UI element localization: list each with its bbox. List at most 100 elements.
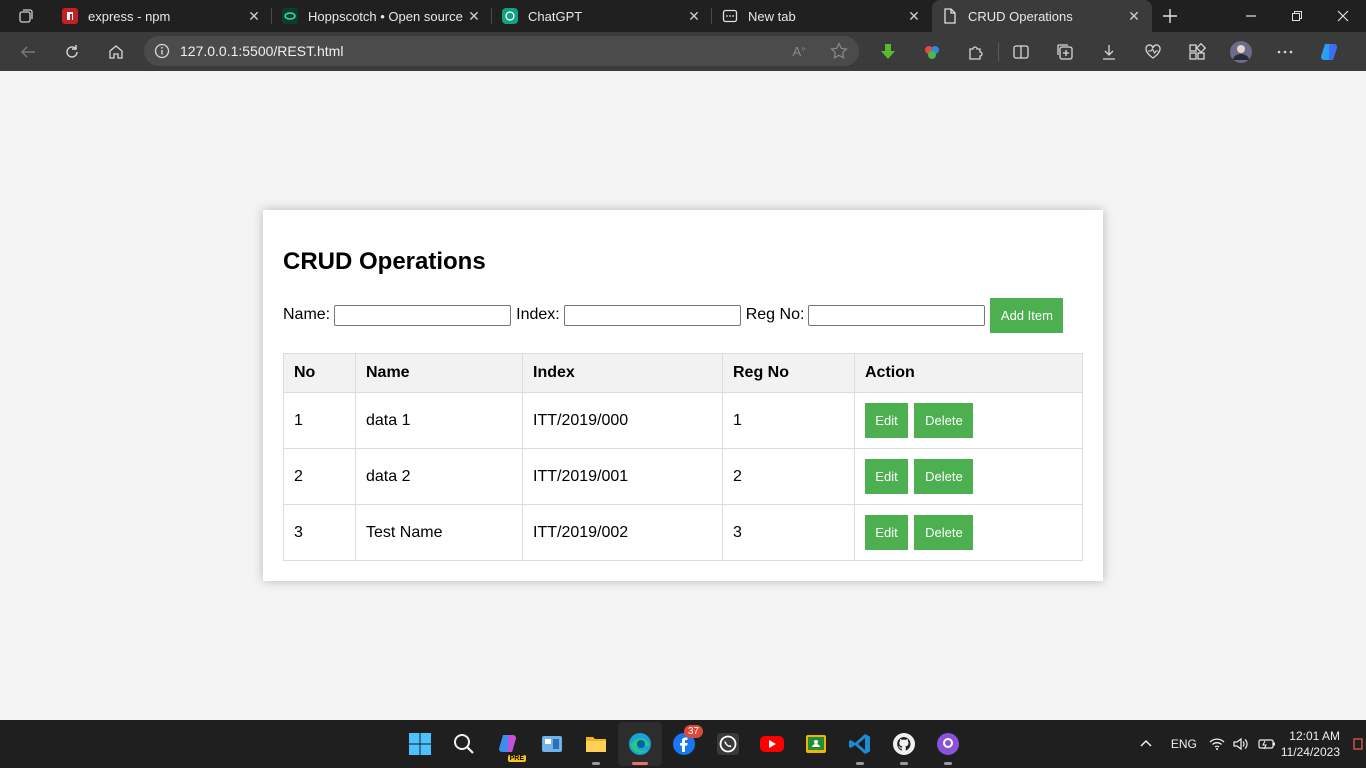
cell-index: ITT/2019/002 xyxy=(522,504,723,561)
address-bar[interactable]: 127.0.0.1:5500/REST.html A» xyxy=(144,36,859,66)
back-arrow-icon[interactable] xyxy=(6,36,50,68)
workspaces-icon[interactable] xyxy=(1175,36,1219,68)
favorite-star-icon[interactable] xyxy=(819,42,859,60)
data-table: No Name Index Reg No Action 1 data 1 ITT… xyxy=(283,353,1083,561)
vscode-icon[interactable] xyxy=(838,722,882,766)
delete-button[interactable]: Delete xyxy=(914,459,974,494)
youtube-icon[interactable] xyxy=(750,722,794,766)
favorites-collection-icon[interactable] xyxy=(1043,36,1087,68)
edit-button[interactable]: Edit xyxy=(865,459,908,494)
clock[interactable]: 12:01 AM 11/24/2023 xyxy=(1281,728,1340,760)
tab-close-icon[interactable]: ✕ xyxy=(1124,6,1144,26)
tab-chatgpt[interactable]: ChatGPT ✕ xyxy=(492,0,712,32)
name-input[interactable] xyxy=(334,304,512,326)
minimize-icon[interactable] xyxy=(1228,0,1274,32)
downloads-icon[interactable] xyxy=(1087,36,1131,68)
restore-icon[interactable] xyxy=(1274,0,1320,32)
regno-input[interactable] xyxy=(808,304,986,326)
index-input[interactable] xyxy=(563,304,741,326)
table-row: 3 Test Name ITT/2019/002 3 Edit Delete xyxy=(283,504,1083,561)
notification-badge: 37 xyxy=(683,725,703,738)
copilot-icon[interactable] xyxy=(1307,36,1351,68)
add-item-form: Name: Index: Reg No: Add Item xyxy=(283,297,1064,333)
regno-label: Reg No: xyxy=(745,306,805,323)
tab-crud-operations[interactable]: CRUD Operations ✕ xyxy=(932,0,1152,32)
file-explorer-icon[interactable] xyxy=(574,722,618,766)
windows-start-icon[interactable] xyxy=(398,722,442,766)
edge-browser-icon[interactable] xyxy=(618,722,662,766)
cell-index: ITT/2019/001 xyxy=(522,448,723,505)
color-extension-icon[interactable] xyxy=(910,36,954,68)
wifi-icon[interactable] xyxy=(1205,737,1229,751)
github-icon[interactable] xyxy=(926,722,970,766)
cell-regno: 3 xyxy=(722,504,855,561)
edit-button[interactable]: Edit xyxy=(865,403,908,438)
cell-name: Test Name xyxy=(355,504,523,561)
tab-new-tab[interactable]: New tab ✕ xyxy=(712,0,932,32)
split-screen-icon[interactable] xyxy=(999,36,1043,68)
system-tray: ENG 12:01 AM 11/24/2023 xyxy=(1129,720,1366,768)
tab-hoppscotch[interactable]: Hoppscotch • Open source API ✕ xyxy=(272,0,492,32)
facebook-icon[interactable]: 37 xyxy=(662,722,706,766)
refresh-icon[interactable] xyxy=(50,36,94,68)
copilot-preview-icon[interactable]: PRE xyxy=(486,722,530,766)
tab-title: New tab xyxy=(748,8,796,24)
page-title: CRUD Operations xyxy=(283,248,486,275)
tab-actions-icon[interactable] xyxy=(0,0,52,32)
taskbar-apps: PRE 37 xyxy=(398,720,970,768)
tab-close-icon[interactable]: ✕ xyxy=(244,6,264,26)
cell-no: 1 xyxy=(283,392,356,449)
running-indicator xyxy=(856,762,864,765)
home-icon[interactable] xyxy=(94,36,138,68)
running-indicator xyxy=(944,762,952,765)
volume-icon[interactable] xyxy=(1229,737,1253,751)
tab-title: CRUD Operations xyxy=(968,8,1073,24)
widgets-icon[interactable] xyxy=(530,722,574,766)
language-indicator[interactable]: ENG xyxy=(1163,737,1205,751)
more-options-icon[interactable] xyxy=(1263,36,1307,68)
show-hidden-icons-chevron-icon[interactable] xyxy=(1129,737,1163,751)
delete-button[interactable]: Delete xyxy=(914,403,974,438)
add-item-button[interactable]: Add Item xyxy=(990,297,1064,333)
header-action: Action xyxy=(854,353,1083,393)
tab-close-icon[interactable]: ✕ xyxy=(464,6,484,26)
header-name: Name xyxy=(355,353,523,393)
profile-avatar[interactable] xyxy=(1219,36,1263,68)
site-info-icon[interactable] xyxy=(144,43,180,59)
cell-regno: 2 xyxy=(722,448,855,505)
notification-bell-icon[interactable] xyxy=(1350,738,1366,750)
github-desktop-icon[interactable] xyxy=(882,722,926,766)
edit-button[interactable]: Edit xyxy=(865,515,908,550)
cell-action: Edit Delete xyxy=(854,392,1083,449)
cell-index: ITT/2019/000 xyxy=(522,392,723,449)
close-window-icon[interactable] xyxy=(1320,0,1366,32)
whatsapp-icon[interactable] xyxy=(706,722,750,766)
new-tab-plus-icon[interactable] xyxy=(1152,0,1188,32)
extensions-puzzle-icon[interactable] xyxy=(954,36,998,68)
tab-express-npm[interactable]: express - npm ✕ xyxy=(52,0,272,32)
url-text[interactable]: 127.0.0.1:5500/REST.html xyxy=(180,43,779,59)
delete-button[interactable]: Delete xyxy=(914,515,974,550)
google-classroom-icon[interactable] xyxy=(794,722,838,766)
search-icon[interactable] xyxy=(442,722,486,766)
performance-heart-icon[interactable] xyxy=(1131,36,1175,68)
npm-icon xyxy=(62,8,78,24)
page-icon xyxy=(942,8,958,24)
header-no: No xyxy=(283,353,356,393)
date-text: 11/24/2023 xyxy=(1280,745,1340,759)
cell-action: Edit Delete xyxy=(854,504,1083,561)
tab-close-icon[interactable]: ✕ xyxy=(904,6,924,26)
running-indicator xyxy=(900,762,908,765)
read-aloud-icon[interactable]: A» xyxy=(779,44,819,59)
tab-close-icon[interactable]: ✕ xyxy=(684,6,704,26)
table-header-row: No Name Index Reg No Action xyxy=(283,353,1083,393)
tab-title: ChatGPT xyxy=(528,8,583,24)
window-controls xyxy=(1228,0,1366,32)
cell-no: 2 xyxy=(283,448,356,505)
table-row: 1 data 1 ITT/2019/000 1 Edit Delete xyxy=(283,392,1083,449)
battery-icon[interactable] xyxy=(1253,738,1281,750)
cell-regno: 1 xyxy=(722,392,855,449)
download-manager-extension-icon[interactable] xyxy=(866,36,910,68)
name-label: Name: xyxy=(283,306,331,323)
header-index: Index xyxy=(522,353,723,393)
